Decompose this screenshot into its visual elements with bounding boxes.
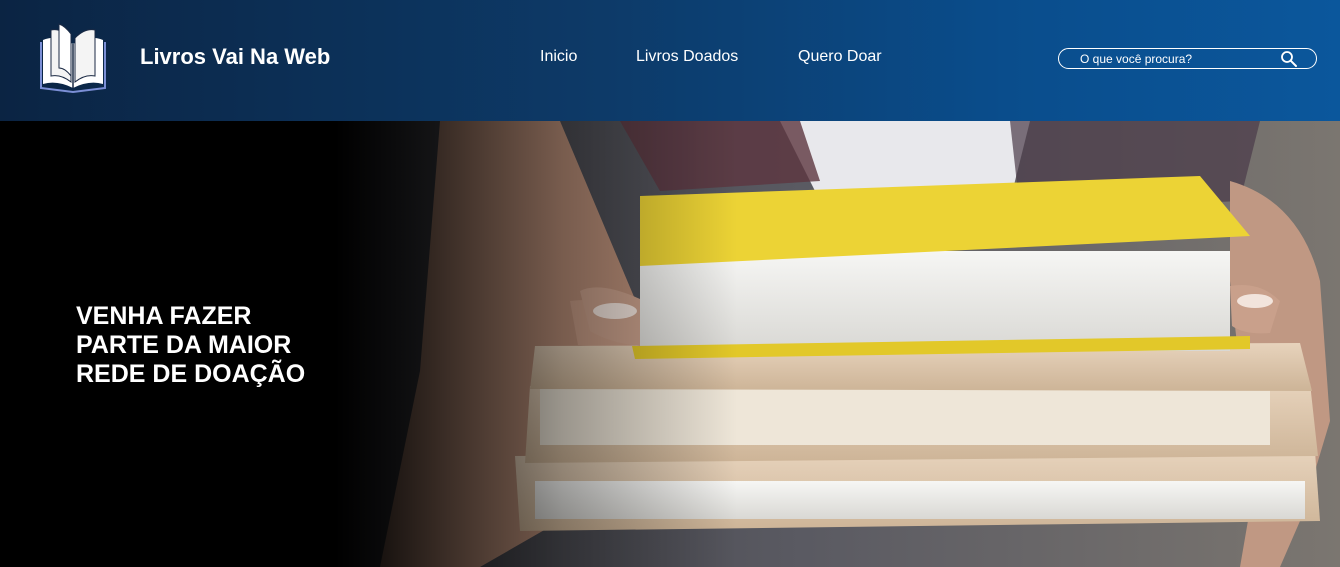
search-icon[interactable] (1280, 50, 1298, 68)
hero-title: VENHA FAZER PARTE DA MAIOR REDE DE DOAÇÃ… (76, 302, 306, 388)
nav-quero-doar[interactable]: Quero Doar (798, 48, 882, 66)
site-brand[interactable]: Livros Vai Na Web (140, 44, 330, 70)
site-header: Livros Vai Na Web Inicio Livros Doados Q… (0, 0, 1340, 121)
search-input[interactable] (1080, 49, 1275, 68)
nav-inicio[interactable]: Inicio (540, 48, 577, 66)
nav-livros-doados[interactable]: Livros Doados (636, 48, 738, 66)
open-book-icon[interactable] (37, 22, 109, 94)
search-box (1058, 48, 1317, 69)
hero-banner: VENHA FAZER PARTE DA MAIOR REDE DE DOAÇÃ… (0, 121, 1340, 567)
